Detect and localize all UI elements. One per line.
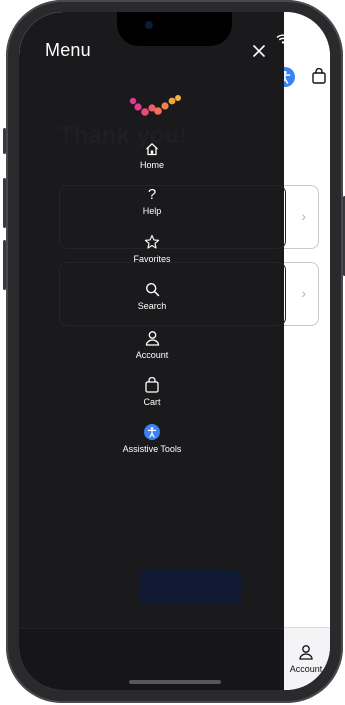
menu-item-home[interactable]: Home <box>92 142 212 170</box>
bag-icon <box>145 377 159 393</box>
ghost-button <box>139 570 241 604</box>
menu-item-label: Home <box>139 160 164 170</box>
menu-item-label: Cart <box>143 397 161 407</box>
bag-icon[interactable] <box>312 67 326 89</box>
volume-down-button <box>3 240 6 290</box>
home-indicator <box>129 680 221 684</box>
menu-item-label: Account <box>135 350 169 360</box>
tab-account[interactable]: Account <box>282 628 330 690</box>
question-icon: ? <box>147 186 157 203</box>
home-icon <box>146 143 158 156</box>
chevron-right-icon: › <box>301 208 306 224</box>
tab-account-label: Account <box>289 664 323 674</box>
menu-item-help[interactable]: ? Help <box>92 187 212 216</box>
menu-item-label: Search <box>137 301 167 311</box>
menu-item-favorites[interactable]: Favorites <box>92 234 212 264</box>
volume-up-button <box>3 178 6 228</box>
menu-item-assistive-tools[interactable]: Assistive Tools <box>92 424 212 454</box>
person-icon <box>145 331 159 346</box>
menu-item-cart[interactable]: Cart <box>92 377 212 407</box>
screen: › › Account Thank you! Menu Home ? Help … <box>19 12 330 690</box>
close-icon[interactable] <box>252 42 266 62</box>
menu-title: Menu <box>45 40 91 60</box>
menu-item-label: Help <box>142 206 162 216</box>
camera-dot <box>145 21 153 29</box>
chevron-right-icon: › <box>301 285 306 301</box>
search-icon <box>145 282 159 297</box>
menu-item-label: Favorites <box>133 254 171 264</box>
accessibility-icon <box>144 424 160 440</box>
menu-item-label: Assistive Tools <box>122 444 182 454</box>
wifi-icon <box>276 31 290 49</box>
star-icon <box>144 234 160 249</box>
mute-switch <box>3 128 6 154</box>
menu-item-account[interactable]: Account <box>92 330 212 360</box>
menu-item-search[interactable]: Search <box>92 282 212 311</box>
person-icon <box>299 645 313 660</box>
menu-drawer: Thank you! Menu Home ? Help Favorites Se… <box>19 12 286 690</box>
phone-frame: › › Account Thank you! Menu Home ? Help … <box>3 0 345 703</box>
camera-notch <box>117 12 232 46</box>
battery-icon <box>295 32 311 40</box>
brand-logo <box>127 94 185 129</box>
